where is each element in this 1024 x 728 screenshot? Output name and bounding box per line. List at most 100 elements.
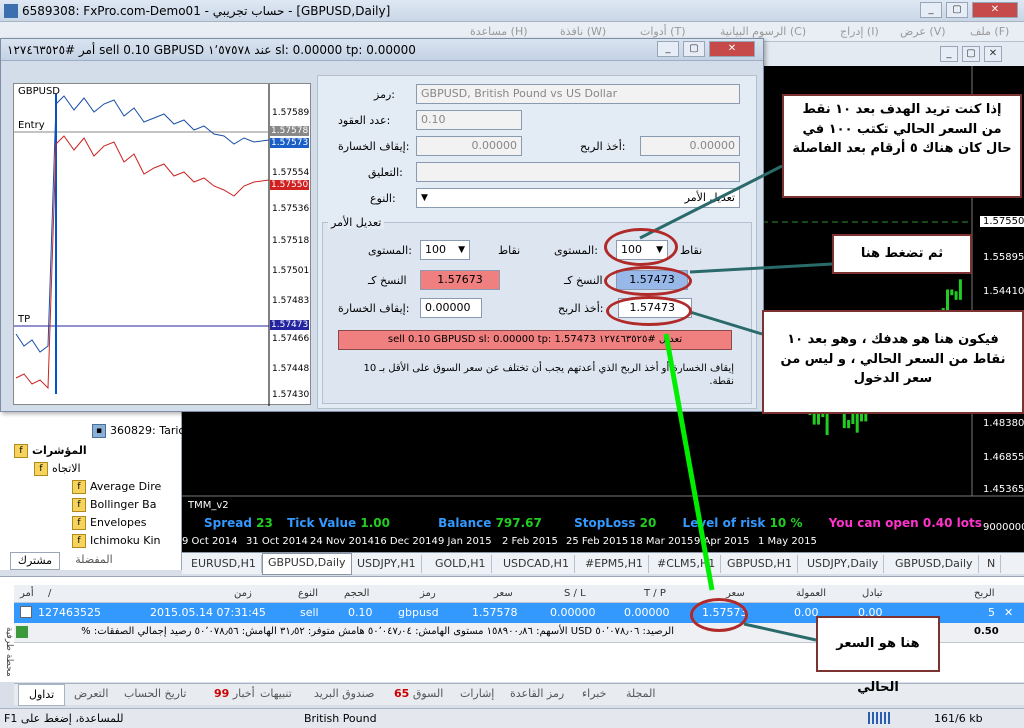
tp2-label: أخذ الربح: [558,302,604,315]
chart-minimize-button[interactable]: _ [940,46,958,62]
sl2-field[interactable]: 0.00000 [420,298,482,318]
close-order-icon[interactable]: ✕ [1004,606,1013,619]
modify-note: إيقاف الخسارة أو أخذ الربح الذي أعدتهم ي… [363,363,734,387]
col-profit[interactable]: الربح [974,588,995,599]
date-4: 9 Jan 2015 [438,536,492,547]
minimize-button[interactable]: _ [920,2,942,18]
col-open[interactable]: سعر [494,588,513,599]
chart-tab-7[interactable]: GBPUSD,H1 [722,555,798,573]
indicator-panel: Spread 23 Tick Value 1.00 Balance 797.67… [204,516,982,530]
nav-indicator-3[interactable]: f Ichimoku Kin [72,534,161,548]
term-tab-history[interactable]: تاريخ الحساب [124,687,186,700]
date-0: 9 Oct 2014 [182,536,238,547]
chart-tab-5[interactable]: #EPM5,H1 [580,555,650,573]
nav-account-label: 360829: Taric [110,424,185,437]
term-tab-news[interactable]: 99 أخبار [214,687,255,700]
col-symbol[interactable]: رمز [420,588,436,599]
nav-indicator-2[interactable]: f Envelopes [72,516,146,530]
comment-field[interactable] [416,162,740,182]
row-open: 1.57578 [472,606,518,619]
col-volume[interactable]: الحجم [344,588,369,599]
term-tab-trade[interactable]: تداول [18,684,66,706]
menu-file[interactable]: ملف (F) [970,25,1009,38]
symbol-select[interactable]: GBPUSD, British Pound vs US Dollar [416,84,740,104]
dialog-close-button[interactable]: ✕ [709,41,755,57]
dialog-maximize-button[interactable]: ▢ [683,41,705,57]
chart-tab-4[interactable]: USDCAD,H1 [498,555,575,573]
chart-close-button[interactable]: ✕ [984,46,1002,62]
tick-6: 1.57466 [272,334,310,344]
term-tab-journal[interactable]: المجلة [626,687,655,700]
col-sl[interactable]: S / L [564,588,586,599]
chart-tab-10[interactable]: N [982,555,1002,573]
nav-indicator-1[interactable]: f Bollinger Ba [72,498,156,512]
tp-field[interactable]: 0.00000 [640,136,740,156]
col-type[interactable]: النوع [298,588,318,599]
col-price[interactable]: سعر [726,588,745,599]
nav-indicators-label: المؤشرات [32,444,87,457]
date-1: 31 Oct 2014 [246,536,308,547]
nav-tab-common[interactable]: مشترك [10,552,60,570]
close-button[interactable]: ✕ [972,2,1018,18]
term-tab-mailbox[interactable]: صندوق البريد [314,687,374,700]
chart-tab-2[interactable]: USDJPY,H1 [352,555,422,573]
spread-label: Spread [204,516,252,530]
col-order[interactable]: أمر [20,588,34,599]
col-tp[interactable]: T / P [644,588,666,599]
term-tab-alerts[interactable]: تنبيهات [260,687,292,700]
nav-tab-favorites[interactable]: المفضلة [64,552,124,570]
menu-insert[interactable]: إدراج (I) [840,25,879,38]
col-commission[interactable]: العمولة [796,588,826,599]
chart-tab-9[interactable]: GBPUSD,Daily [890,555,979,573]
copy-left-button[interactable]: 1.57673 [420,270,500,290]
nav-indicators[interactable]: f المؤشرات [14,444,87,458]
col-time[interactable]: زمن [234,588,252,599]
sl-field[interactable]: 0.00000 [416,136,522,156]
copy-left-label: النسخ كـ [368,274,407,287]
points-right-label: نقاط [680,244,703,257]
term-tab-exposure[interactable]: التعرض [74,687,108,700]
nav-account[interactable]: ▪ 360829: Taric [92,424,184,438]
dialog-minimize-button[interactable]: _ [657,41,679,57]
nav-trend[interactable]: f الاتجاه [34,462,81,476]
volume-field[interactable]: 0.10 [416,110,522,130]
chart-tab-1[interactable]: GBPUSD,Daily [262,553,352,575]
chevron-down-icon: ▼ [421,193,428,203]
modify-order-button[interactable]: تعديل #١٢٧٤٦٣٥٢٥ sell 0.10 GBPUSD sl: 0.… [338,330,732,350]
menu-window[interactable]: نافذة (W) [560,25,606,38]
tick-7: 1.57448 [272,364,310,374]
menu-charts[interactable]: الرسوم البيانية (C) [720,25,806,38]
chart-tick-6: 9000000 [983,522,1024,533]
chart-tab-6[interactable]: #CLM5,H1 [652,555,722,573]
menu-view[interactable]: عرض (V) [900,25,946,38]
tick-chart: GBPUSD Entry TP 1.57589 1.57578 1.57573 … [13,83,311,406]
term-tab-codebase[interactable]: رمز القاعدة [510,687,564,700]
row-tp: 0.00000 [624,606,670,619]
maximize-button[interactable]: ▢ [946,2,968,18]
chart-tab-3[interactable]: GOLD,H1 [430,555,492,573]
term-tab-experts[interactable]: خبراء [582,687,606,700]
chart-tab-0[interactable]: EURUSD,H1 [186,555,262,573]
term-tab-market[interactable]: 65 السوق [394,687,443,700]
menu-tools[interactable]: أدوات (T) [640,25,686,38]
comment-label: التعليق: [368,166,403,179]
term-tab-signals[interactable]: إشارات [460,687,494,700]
col-sort[interactable]: / [48,588,51,599]
type-select[interactable]: تعديل الأمر ▼ [416,188,740,208]
level-left-select[interactable]: 100 ▼ [420,240,470,260]
col-swap[interactable]: تبادل [862,588,883,599]
points-left-label: نقاط [498,244,521,257]
indicator-icon: f [72,480,86,494]
menu-help[interactable]: مساعدة (H) [470,25,528,38]
chart-restore-button[interactable]: ▢ [962,46,980,62]
highlight-price [690,598,748,632]
chart-tab-8[interactable]: USDJPY,Daily [802,555,885,573]
nav-indicator-0[interactable]: f Average Dire [72,480,161,494]
balance-total: 0.50 [974,626,999,637]
row-profit: 5 [988,606,995,619]
tick-1: 1.57554 [272,168,310,178]
indicator-icon: f [72,534,86,548]
ask-series [15,95,270,353]
chart-tick-2: 1.54410 [983,286,1024,297]
news-count: 99 [214,687,230,700]
